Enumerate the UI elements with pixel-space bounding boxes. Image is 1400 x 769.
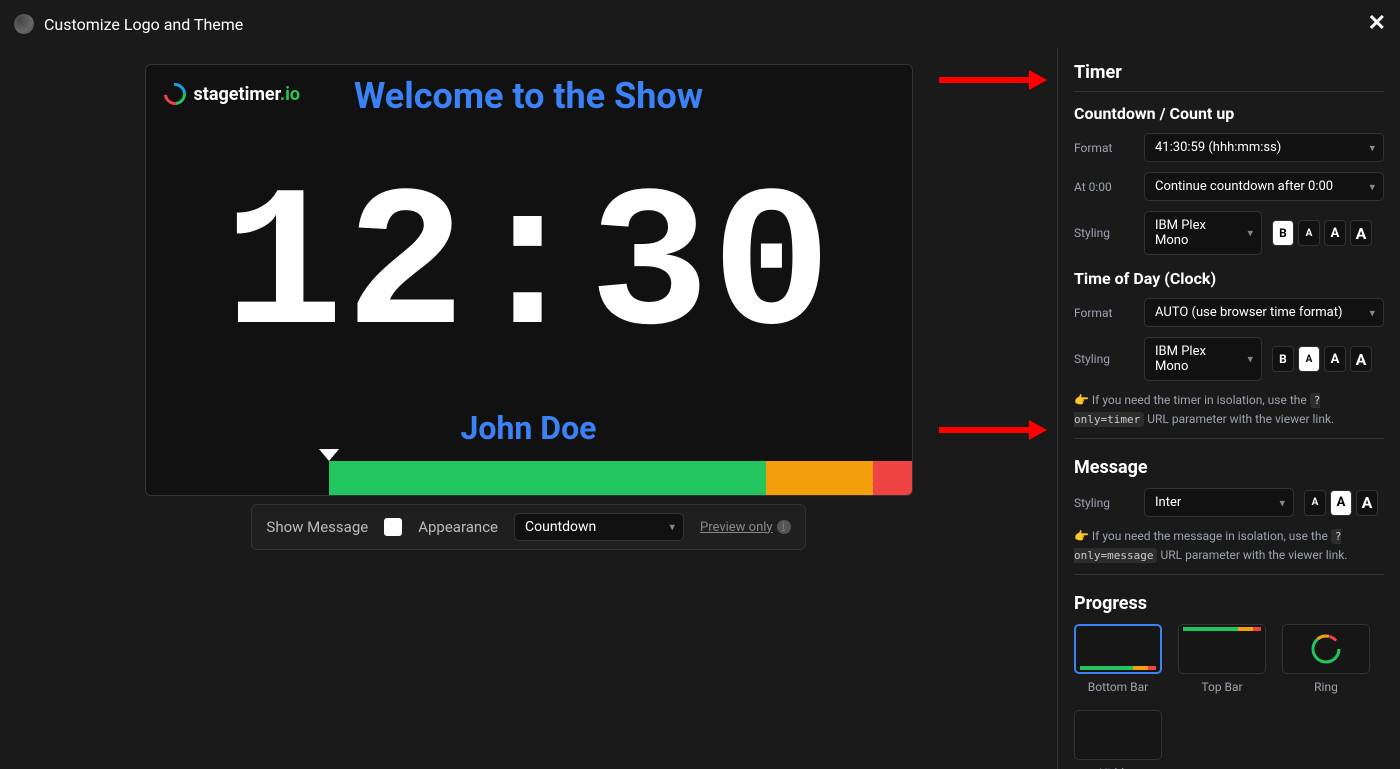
annotation-arrow-timer — [939, 70, 1047, 90]
preview-pane: stagetimer.io Welcome to the Show 12:30 … — [0, 48, 1057, 769]
format-label: Format — [1074, 306, 1134, 320]
message-size-buttons: A A A — [1304, 490, 1378, 516]
progress-hidden-option[interactable] — [1074, 710, 1162, 760]
size-large-button[interactable]: A — [1350, 346, 1372, 372]
size-small-button[interactable]: A — [1298, 346, 1320, 372]
tod-font-select[interactable]: IBM Plex Mono ▾ — [1144, 337, 1262, 381]
size-large-button[interactable]: A — [1350, 220, 1372, 246]
message-hint: 👉 If you need the message in isolation, … — [1074, 527, 1384, 564]
progress-ring-label: Ring — [1314, 680, 1338, 694]
chevron-down-icon: ▾ — [1369, 141, 1375, 154]
annotation-arrow-message — [939, 420, 1047, 440]
app-header: Customize Logo and Theme ✕ — [0, 0, 1400, 48]
format-label: Format — [1074, 141, 1134, 155]
styling-label: Styling — [1074, 496, 1134, 510]
chevron-down-icon: ▾ — [1247, 353, 1253, 366]
size-medium-button[interactable]: A — [1324, 220, 1346, 246]
at-zero-label: At 0:00 — [1074, 180, 1134, 194]
appearance-label: Appearance — [418, 518, 498, 536]
size-small-button[interactable]: A — [1298, 220, 1320, 246]
show-message-label: Show Message — [266, 518, 368, 536]
countdown-heading: Countdown / Count up — [1074, 104, 1384, 123]
timer-section-heading: Timer — [1074, 62, 1384, 83]
preview-speaker-name: John Doe — [146, 409, 912, 447]
countdown-format-select[interactable]: 41:30:59 (hhh:mm:ss) ▾ — [1144, 133, 1384, 162]
styling-label: Styling — [1074, 352, 1134, 366]
tod-heading: Time of Day (Clock) — [1074, 269, 1384, 288]
chevron-down-icon: ▾ — [1369, 180, 1375, 193]
progress-ring-option[interactable] — [1282, 624, 1370, 674]
chevron-down-icon: ▾ — [1279, 496, 1285, 509]
countdown-font-select[interactable]: IBM Plex Mono ▾ — [1144, 211, 1262, 255]
progress-bottom-label: Bottom Bar — [1088, 680, 1148, 694]
at-zero-select[interactable]: Continue countdown after 0:00 ▾ — [1144, 172, 1384, 201]
appearance-select[interactable]: Countdown ▾ — [514, 513, 684, 541]
size-large-button[interactable]: A — [1356, 490, 1378, 516]
preview-progress-bar — [146, 461, 912, 495]
close-button[interactable]: ✕ — [1368, 13, 1386, 35]
chevron-down-icon: ▾ — [1247, 227, 1253, 240]
styling-label: Styling — [1074, 226, 1134, 240]
countdown-size-buttons: B A A A — [1272, 220, 1372, 246]
bold-toggle-button[interactable]: B — [1272, 220, 1294, 246]
preview-title-text: Welcome to the Show — [146, 75, 912, 117]
show-message-checkbox[interactable] — [384, 518, 402, 536]
bold-toggle-button[interactable]: B — [1272, 346, 1294, 372]
size-medium-button[interactable]: A — [1330, 490, 1352, 516]
chevron-down-icon: ▾ — [1369, 306, 1375, 319]
message-font-select[interactable]: Inter ▾ — [1144, 488, 1294, 517]
progress-top-bar-option[interactable] — [1178, 624, 1266, 674]
size-small-button[interactable]: A — [1304, 490, 1326, 516]
palette-icon — [14, 14, 34, 34]
message-section-heading: Message — [1074, 457, 1384, 478]
appearance-value: Countdown — [525, 519, 596, 535]
timer-hint: 👉 If you need the timer in isolation, us… — [1074, 391, 1384, 428]
preview-only-link[interactable]: Preview only i — [700, 520, 791, 535]
progress-section-heading: Progress — [1074, 593, 1384, 614]
settings-sidebar: Timer Countdown / Count up Format 41:30:… — [1057, 48, 1400, 769]
progress-bottom-bar-option[interactable] — [1074, 624, 1162, 674]
tod-format-select[interactable]: AUTO (use browser time format) ▾ — [1144, 298, 1384, 327]
preview-timer-value: 12:30 — [146, 170, 912, 370]
ring-icon — [1309, 632, 1343, 666]
chevron-down-icon: ▾ — [669, 521, 675, 534]
size-medium-button[interactable]: A — [1324, 346, 1346, 372]
timer-preview: stagetimer.io Welcome to the Show 12:30 … — [145, 64, 913, 496]
info-icon: i — [777, 520, 791, 534]
tod-size-buttons: B A A A — [1272, 346, 1372, 372]
page-title: Customize Logo and Theme — [44, 15, 243, 34]
preview-controls: Show Message Appearance Countdown ▾ Prev… — [251, 504, 805, 550]
progress-top-label: Top Bar — [1201, 680, 1242, 694]
progress-marker-icon — [319, 449, 339, 461]
